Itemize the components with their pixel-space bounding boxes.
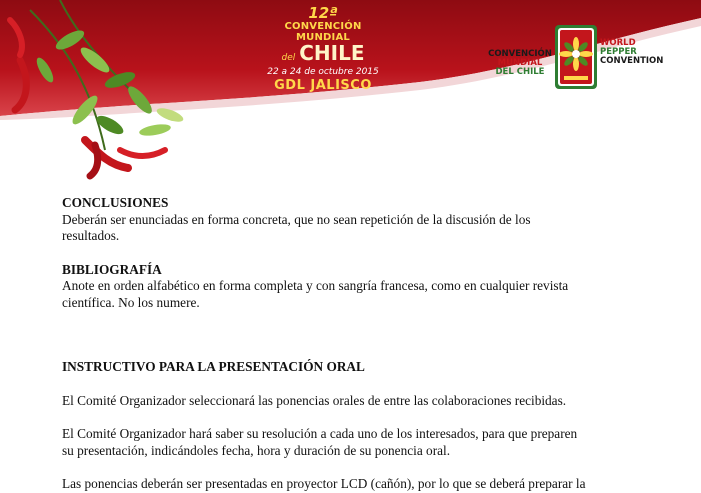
- convencion-logo-text: CONVENCIÓN MUNDIAL DEL CHILE: [484, 50, 556, 77]
- logo-left-line3: DEL CHILE: [495, 67, 545, 77]
- bibliografia-text-line1: Anote en orden alfabético en forma compl…: [62, 278, 569, 293]
- instructivo-paragraph-2-line2: su presentación, indicándoles fecha, hor…: [62, 442, 451, 458]
- chili-pepper-illustration: [7, 0, 184, 180]
- event-city: GDL JALISCO: [274, 78, 372, 93]
- edition-number: 12ª: [308, 4, 338, 22]
- instructivo-paragraph-3-line1: Las ponencias deberán ser presentadas en…: [62, 476, 586, 491]
- bibliografia-heading: BIBLIOGRAFÍA: [62, 261, 162, 277]
- conclusiones-heading: CONCLUSIONES: [62, 195, 169, 210]
- world-pepper-logo-text: WORLD PEPPER CONVENTION: [600, 39, 670, 66]
- bibliografia-text-line2: científica. No los numere.: [62, 294, 200, 310]
- event-title: CONVENCIÓN MUNDIAL: [284, 21, 362, 43]
- convention-emblem-icon: [555, 25, 597, 89]
- document-body: CONCLUSIONES Deberán ser enunciadas en f…: [62, 195, 662, 493]
- instructivo-heading: INSTRUCTIVO PARA LA PRESENTACIÓN ORAL: [62, 359, 365, 374]
- logo-right-line3: CONVENTION: [600, 56, 664, 66]
- event-del: del: [281, 53, 296, 63]
- event-dates: 22 a 24 de octubre 2015: [267, 67, 379, 77]
- instructivo-paragraph-2-line1: El Comité Organizador hará saber su reso…: [62, 426, 578, 441]
- event-country: CHILE: [299, 41, 365, 65]
- conclusiones-text-line2: resultados.: [62, 228, 120, 243]
- instructivo-paragraph-1: El Comité Organizador seleccionará las p…: [62, 392, 567, 408]
- event-title-block: 12ª CONVENCIÓN MUNDIAL del CHILE 22 a 24 …: [258, 4, 388, 94]
- conclusiones-text-line1: Deberán ser enunciadas en forma concreta…: [62, 211, 531, 227]
